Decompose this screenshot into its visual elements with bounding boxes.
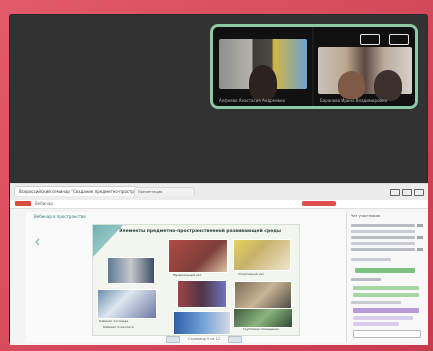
browser-window: Всероссийский семинар "Создание предметн… (10, 183, 428, 345)
slide-counter: Страница 5 из 12 (188, 337, 221, 341)
slide-controls: Страница 5 из 12 (166, 335, 296, 343)
slide-photo (168, 239, 228, 273)
chat-message (351, 278, 381, 281)
slide-photo (107, 257, 155, 284)
presentation-slide: Элементы предметно-пространственной разв… (92, 224, 300, 336)
chat-message (351, 224, 415, 227)
participant-figure (374, 70, 402, 101)
slide-title: Элементы предметно-пространственной разв… (119, 229, 281, 234)
expand-icon[interactable] (389, 34, 409, 45)
screen-share-icon[interactable] (360, 34, 380, 45)
chat-panel: Чат участников (346, 212, 427, 342)
slide-photo (177, 280, 227, 308)
chat-message (351, 258, 391, 261)
collapse-arrow-icon[interactable] (34, 238, 41, 246)
photo-caption: Спортивный зал (238, 272, 264, 276)
presentation-area: Вебинар в пространстве Элементы предметн… (26, 212, 346, 343)
participant-name: Алфеева Анастасия Андреевна (219, 98, 285, 103)
chat-badge (417, 248, 423, 251)
participant-video (318, 47, 412, 101)
participant-tile[interactable]: Алфеева Анастасия Андреевна (213, 27, 312, 106)
chat-header: Чат участников (351, 214, 380, 218)
chat-message (351, 301, 401, 304)
chat-badge (417, 236, 423, 239)
tile-controls (360, 34, 409, 45)
close-icon[interactable] (414, 189, 424, 196)
chat-message-highlight (355, 268, 415, 273)
participant-name: Баранова Ирина Владимировна (320, 98, 387, 103)
window-controls (388, 184, 428, 200)
chat-message (351, 248, 415, 251)
browser-tab-active[interactable]: Всероссийский семинар "Создание предметн… (14, 186, 138, 196)
photo-caption: Кабинет логопеда (99, 319, 129, 323)
toolbar-label: Вебинар (35, 201, 53, 206)
chat-message-highlight (353, 308, 419, 313)
participant-figure (249, 65, 277, 101)
maximize-icon[interactable] (402, 189, 412, 196)
participant-figure (338, 71, 365, 99)
photo-caption: Музыкальный зал (173, 273, 202, 277)
chat-message (351, 242, 415, 245)
chat-badge (417, 224, 423, 227)
slide-photo (173, 311, 231, 335)
page-toolbar: Вебинар (10, 200, 428, 209)
next-slide-button[interactable] (228, 335, 243, 343)
slide-photo (233, 239, 291, 271)
chat-message (351, 236, 415, 239)
brand-button[interactable] (15, 201, 31, 206)
chat-message (351, 230, 415, 233)
site-logo (302, 201, 336, 206)
browser-tab[interactable]: Презентация (134, 187, 195, 196)
breadcrumb[interactable]: Вебинар в пространстве (34, 214, 86, 219)
video-call-panel: Алфеева Анастасия Андреевна Баранова Ири… (210, 24, 418, 109)
photo-caption: Кабинет психолога (103, 325, 134, 329)
minimize-icon[interactable] (390, 189, 400, 196)
chat-message-highlight (353, 316, 413, 320)
browser-tab-bar: Всероссийский семинар "Создание предметн… (10, 184, 428, 200)
slide-photo (234, 281, 292, 309)
chat-message-highlight (353, 322, 399, 326)
participant-video (219, 39, 307, 101)
slide-photo (233, 308, 293, 328)
chat-input[interactable] (353, 330, 421, 338)
prev-slide-button[interactable] (166, 335, 180, 343)
participant-tile[interactable]: Баранова Ирина Владимировна (314, 27, 415, 106)
chat-message-highlight (353, 286, 419, 290)
chat-message-highlight (353, 293, 419, 297)
slide-photo (97, 289, 157, 319)
